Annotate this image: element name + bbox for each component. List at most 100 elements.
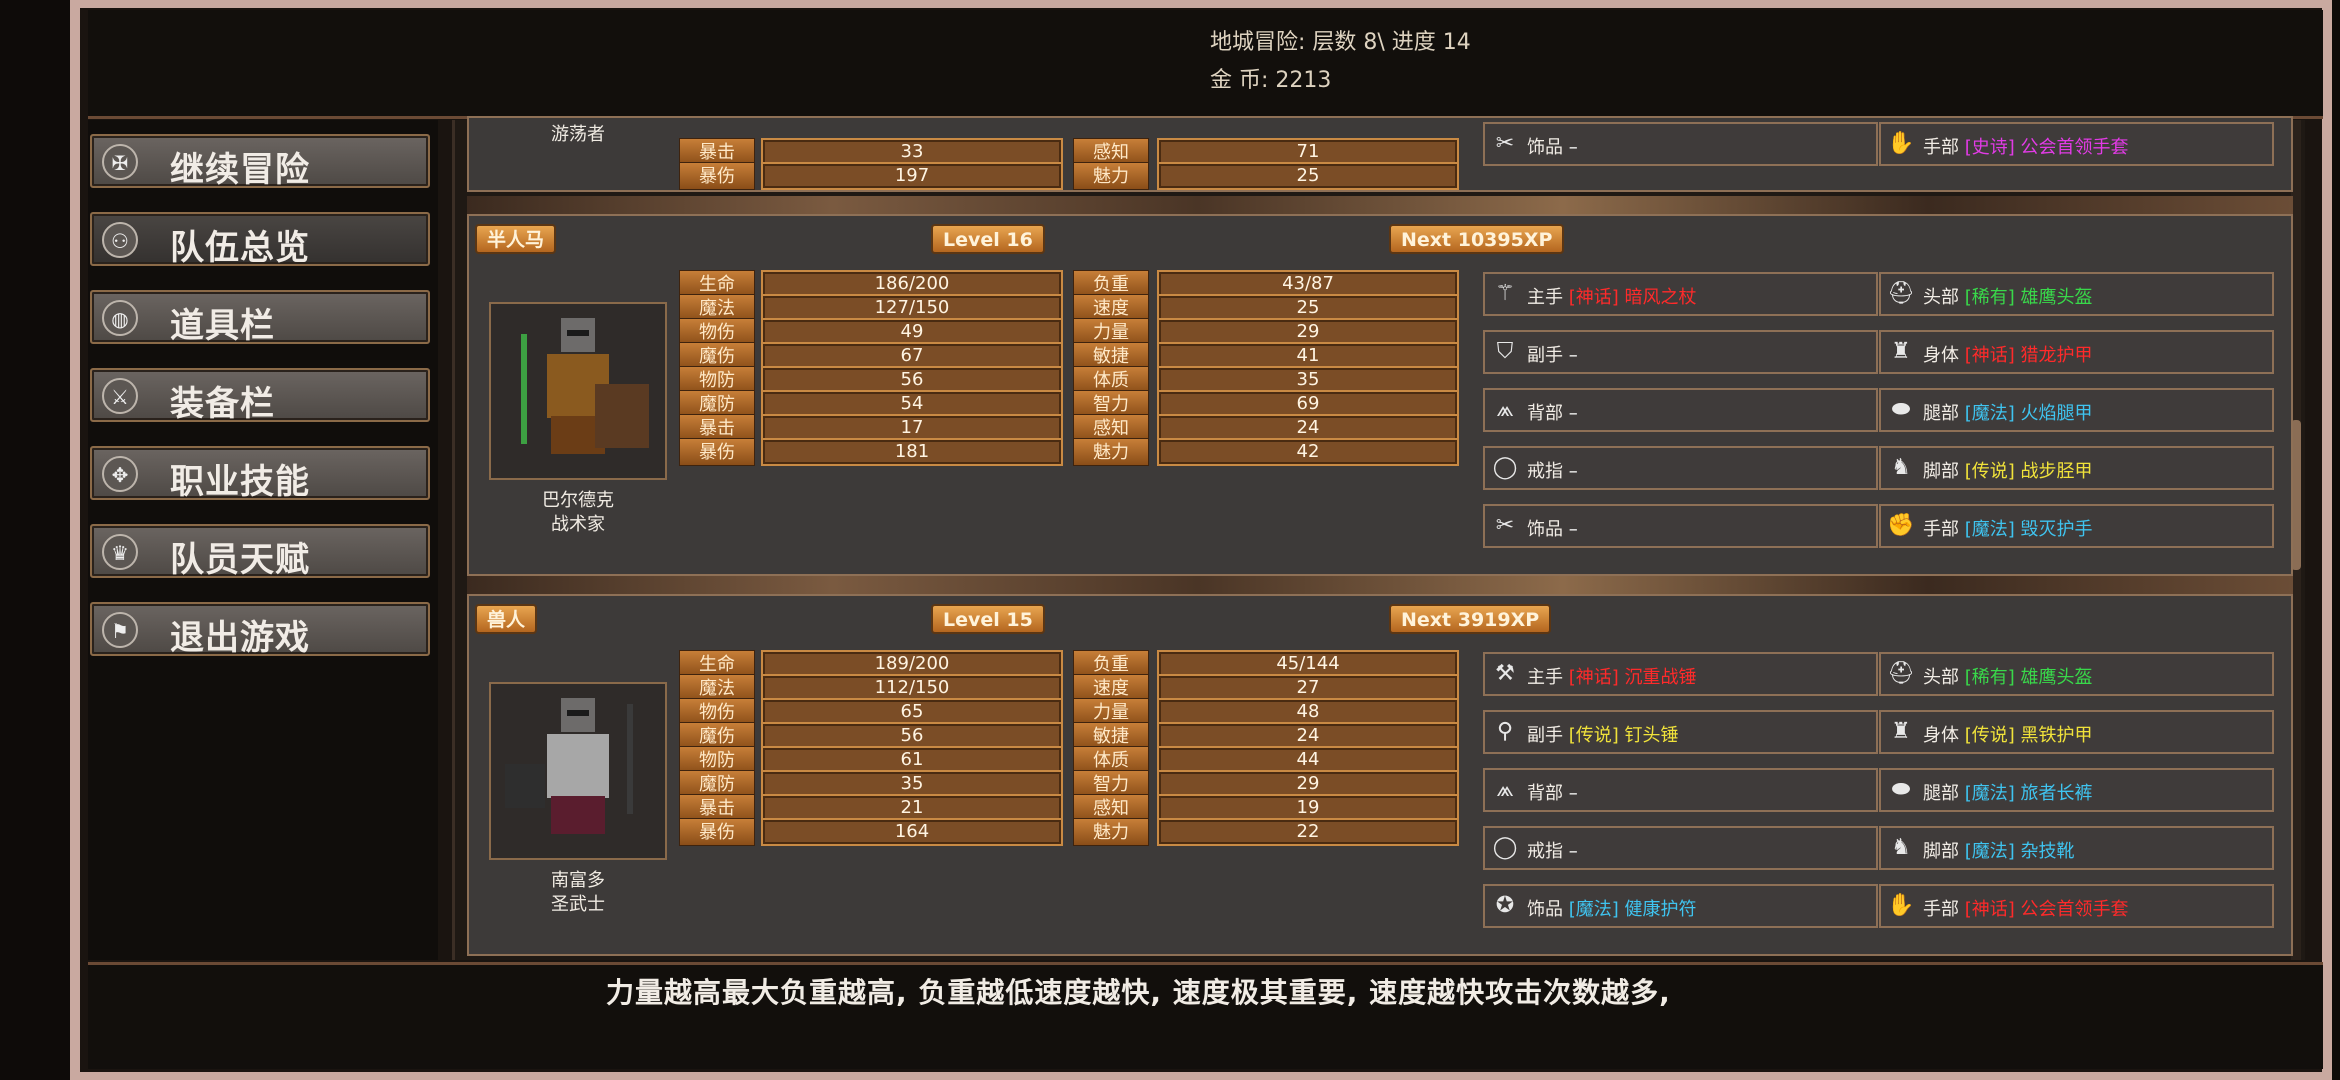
item-rarity: [魔法] xyxy=(1964,519,2015,540)
greaves-icon: ⬬ xyxy=(1891,397,1911,422)
stat-value: 42 xyxy=(1157,438,1459,466)
item-rarity: [传说] xyxy=(1568,725,1619,746)
menu-item-7[interactable]: ⚑ 退出游戏 xyxy=(90,602,430,658)
equip-slot[interactable]: ⚚ 主手 [神话] 暗风之杖 xyxy=(1483,272,1878,316)
stat-label: 魅力 xyxy=(1073,438,1149,466)
slot-name: 戒指 xyxy=(1527,841,1563,862)
cape-icon: ⩕ xyxy=(1496,777,1514,802)
boots-icon: ♞ xyxy=(1891,455,1911,480)
item-rarity: [稀有] xyxy=(1964,667,2015,688)
bag-icon: ◍ xyxy=(102,300,138,336)
menu-item-label: 队伍总览 xyxy=(170,228,310,268)
menu-item-label: 道具栏 xyxy=(170,306,275,346)
equip-slot[interactable]: ♜ 身体 [神话] 猎龙护甲 xyxy=(1879,330,2274,374)
dragon-icon: ✠ xyxy=(102,144,138,180)
laurel-icon: ♛ xyxy=(102,534,138,570)
stat-label: 魅力 xyxy=(1073,818,1149,846)
item-name: 沉重战锤 xyxy=(1624,667,1697,688)
item-name: 旅者长裤 xyxy=(2020,783,2093,804)
item-rarity: [魔法] xyxy=(1964,403,2015,424)
equip-slot[interactable]: ✋ 手部 [史诗] 公会首领手套 xyxy=(1879,122,2274,166)
item-rarity: [神话] xyxy=(1568,667,1619,688)
amulet-icon: ✪ xyxy=(1495,893,1515,918)
equip-slot[interactable]: ⩕ 背部 – xyxy=(1483,768,1878,812)
equip-slot[interactable]: ⛑ 头部 [稀有] 雄鹰头盔 xyxy=(1879,652,2274,696)
menu-item-3[interactable]: ◍ 道具栏 xyxy=(90,290,430,346)
stat-label: 暴伤 xyxy=(679,162,755,190)
equip-slot[interactable]: ⛑ 头部 [稀有] 雄鹰头盔 xyxy=(1879,272,2274,316)
item-rarity: [稀有] xyxy=(1964,287,2015,308)
slot-name: 脚部 xyxy=(1923,461,1959,482)
greaves-icon: ⬬ xyxy=(1891,777,1911,802)
dungeon-progress: 地城冒险: 层数 8\ 进度 14 xyxy=(1210,30,1471,55)
equip-slot[interactable]: ◯ 戒指 – xyxy=(1483,446,1878,490)
slot-name: 副手 xyxy=(1527,725,1563,746)
stat-value: 22 xyxy=(1157,818,1459,846)
equip-slot[interactable]: ⚲ 副手 [传说] 钉头锤 xyxy=(1483,710,1878,754)
armor-icon: ♜ xyxy=(1891,719,1911,744)
equip-slot[interactable]: ✂ 饰品 – xyxy=(1483,122,1878,166)
slot-name: 手部 xyxy=(1923,137,1959,158)
character-name: 南富多 xyxy=(551,870,605,891)
item-name: 火焰腿甲 xyxy=(2020,403,2093,424)
shield-icon: ⛉ xyxy=(1496,339,1514,364)
menu-item-6[interactable]: ♛ 队员天赋 xyxy=(90,524,430,580)
equip-slot[interactable]: ⬬ 腿部 [魔法] 旅者长裤 xyxy=(1879,768,2274,812)
menu-item-5[interactable]: ✥ 职业技能 xyxy=(90,446,430,502)
item-rarity: [传说] xyxy=(1964,461,2015,482)
armor-icon: ♜ xyxy=(1891,339,1911,364)
item-rarity: [神话] xyxy=(1568,287,1619,308)
item-name: – xyxy=(1568,137,1578,158)
character-class: 圣武士 xyxy=(551,894,605,915)
stat-label: 暴伤 xyxy=(679,438,755,466)
equip-slot[interactable]: ✊ 手部 [魔法] 毁灭护手 xyxy=(1879,504,2274,548)
equip-slot[interactable]: ⛉ 副手 – xyxy=(1483,330,1878,374)
slot-name: 头部 xyxy=(1923,287,1959,308)
stat-value: 197 xyxy=(761,162,1063,190)
menu-item-4[interactable]: ⚔ 装备栏 xyxy=(90,368,430,424)
character-portrait[interactable] xyxy=(489,302,667,480)
ring-icon: ◯ xyxy=(1492,455,1518,480)
character-card[interactable]: 半人马 Level 16 Next 10395XP 巴尔德克 战术家 生命 186… xyxy=(467,214,2293,576)
ring-icon: ◯ xyxy=(1492,835,1518,860)
slot-name: 脚部 xyxy=(1923,841,1959,862)
stat-value: 25 xyxy=(1157,162,1459,190)
menu-item-1[interactable]: ✠ 继续冒险 xyxy=(90,134,430,190)
slot-name: 头部 xyxy=(1923,667,1959,688)
slot-name: 身体 xyxy=(1923,345,1959,366)
equip-slot[interactable]: ♞ 脚部 [魔法] 杂技靴 xyxy=(1879,826,2274,870)
stat-value: 181 xyxy=(761,438,1063,466)
glove-icon: ✋ xyxy=(1887,893,1915,918)
slot-name: 腿部 xyxy=(1923,403,1959,424)
helmet-icon: ⛑ xyxy=(1887,661,1915,686)
equip-slot[interactable]: ✂ 饰品 – xyxy=(1483,504,1878,548)
equip-slot[interactable]: ✪ 饰品 [魔法] 健康护符 xyxy=(1483,884,1878,928)
equip-slot[interactable]: ⚒ 主手 [神话] 沉重战锤 xyxy=(1483,652,1878,696)
equip-slot[interactable]: ✋ 手部 [神话] 公会首领手套 xyxy=(1879,884,2274,928)
glove-icon: ✋ xyxy=(1887,131,1915,156)
sidebar-menu: ✠ 继续冒险 ⚇ 队伍总览 ◍ 道具栏 ⚔ 装备栏 ✥ 职业技能 ♛ 队员天赋 ⚑ 退出游戏 xyxy=(88,120,438,960)
staff-icon: ⚚ xyxy=(1495,281,1515,306)
slot-name: 饰品 xyxy=(1527,519,1563,540)
slot-name: 手部 xyxy=(1923,899,1959,920)
character-portrait[interactable] xyxy=(489,682,667,860)
character-card[interactable]: 兽人 Level 15 Next 3919XP 南富多 圣武士 生命 189/20… xyxy=(467,594,2293,956)
equipment-icon: ⚔ xyxy=(102,378,138,414)
stat-value: 164 xyxy=(761,818,1063,846)
equip-slot[interactable]: ♜ 身体 [传说] 黑铁护甲 xyxy=(1879,710,2274,754)
slot-name: 主手 xyxy=(1527,287,1563,308)
item-name: – xyxy=(1568,345,1578,366)
level-badge: Level 15 xyxy=(931,604,1045,634)
equip-slot[interactable]: ⬬ 腿部 [魔法] 火焰腿甲 xyxy=(1879,388,2274,432)
item-name: 雄鹰头盔 xyxy=(2020,667,2093,688)
menu-item-2[interactable]: ⚇ 队伍总览 xyxy=(90,212,430,268)
flag-icon: ⚑ xyxy=(102,612,138,648)
equip-slot[interactable]: ⩕ 背部 – xyxy=(1483,388,1878,432)
equip-slot[interactable]: ♞ 脚部 [传说] 战步胫甲 xyxy=(1879,446,2274,490)
character-card-partial: 游荡者 暴击 33 感知 71 暴伤 197 魅力 25 ✂ 饰品 – ✋ 手部 [… xyxy=(467,116,2293,192)
header-bar: 地城冒险: 层数 8\ 进度 14 金 币: 2213 xyxy=(88,10,2323,119)
item-rarity: [魔法] xyxy=(1568,899,1619,920)
item-name: 公会首领手套 xyxy=(2020,899,2129,920)
equip-slot[interactable]: ◯ 戒指 – xyxy=(1483,826,1878,870)
slot-name: 饰品 xyxy=(1527,899,1563,920)
